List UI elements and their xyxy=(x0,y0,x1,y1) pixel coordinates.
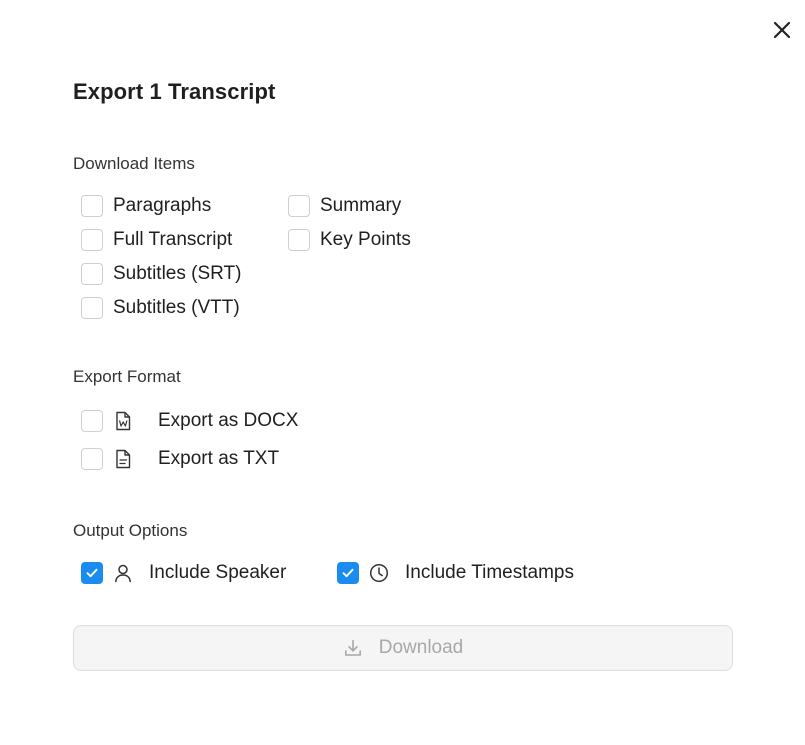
user-icon xyxy=(113,562,133,584)
subtitles-vtt-checkbox[interactable] xyxy=(81,297,103,319)
option-label: Paragraphs xyxy=(113,195,212,216)
option-paragraphs[interactable]: Paragraphs xyxy=(81,194,211,218)
option-label: Include Speaker xyxy=(149,562,287,583)
include-speaker-checkbox[interactable] xyxy=(81,562,103,584)
key-points-checkbox[interactable] xyxy=(288,229,310,251)
check-icon xyxy=(86,568,98,578)
option-export-txt[interactable]: Export as TXT xyxy=(81,447,279,471)
export-docx-checkbox[interactable] xyxy=(81,410,103,432)
option-label: Subtitles (VTT) xyxy=(113,297,240,318)
export-txt-checkbox[interactable] xyxy=(81,448,103,470)
option-label: Export as DOCX xyxy=(158,410,299,431)
dialog-title: Export 1 Transcript xyxy=(73,79,276,104)
download-items-label: Download Items xyxy=(73,154,195,173)
option-label: Summary xyxy=(320,195,402,216)
download-button[interactable]: Download xyxy=(73,625,733,671)
close-button[interactable] xyxy=(768,16,796,44)
docx-file-icon xyxy=(113,410,133,432)
option-subtitles-srt[interactable]: Subtitles (SRT) xyxy=(81,262,241,286)
include-timestamps-checkbox[interactable] xyxy=(337,562,359,584)
option-label: Export as TXT xyxy=(158,448,280,469)
option-include-speaker[interactable]: Include Speaker xyxy=(81,561,286,585)
check-icon xyxy=(342,568,354,578)
option-label: Subtitles (SRT) xyxy=(113,263,242,284)
paragraphs-checkbox[interactable] xyxy=(81,195,103,217)
download-icon xyxy=(344,639,361,656)
subtitles-srt-checkbox[interactable] xyxy=(81,263,103,285)
option-full-transcript[interactable]: Full Transcript xyxy=(81,228,232,252)
txt-file-icon xyxy=(113,448,133,470)
summary-checkbox[interactable] xyxy=(288,195,310,217)
clock-icon xyxy=(369,562,389,584)
download-button-label: Download xyxy=(378,637,464,658)
full-transcript-checkbox[interactable] xyxy=(81,229,103,251)
option-summary[interactable]: Summary xyxy=(288,194,401,218)
option-label: Include Timestamps xyxy=(405,562,574,583)
export-format-label: Export Format xyxy=(73,367,181,386)
option-subtitles-vtt[interactable]: Subtitles (VTT) xyxy=(81,296,240,320)
close-icon xyxy=(773,21,791,39)
option-label: Full Transcript xyxy=(113,229,233,250)
export-dialog: Export 1 Transcript Download Items Parag… xyxy=(0,0,805,745)
option-include-timestamps[interactable]: Include Timestamps xyxy=(337,561,574,585)
option-label: Key Points xyxy=(320,229,411,250)
output-options-label: Output Options xyxy=(73,521,188,540)
option-key-points[interactable]: Key Points xyxy=(288,228,411,252)
option-export-docx[interactable]: Export as DOCX xyxy=(81,409,298,433)
